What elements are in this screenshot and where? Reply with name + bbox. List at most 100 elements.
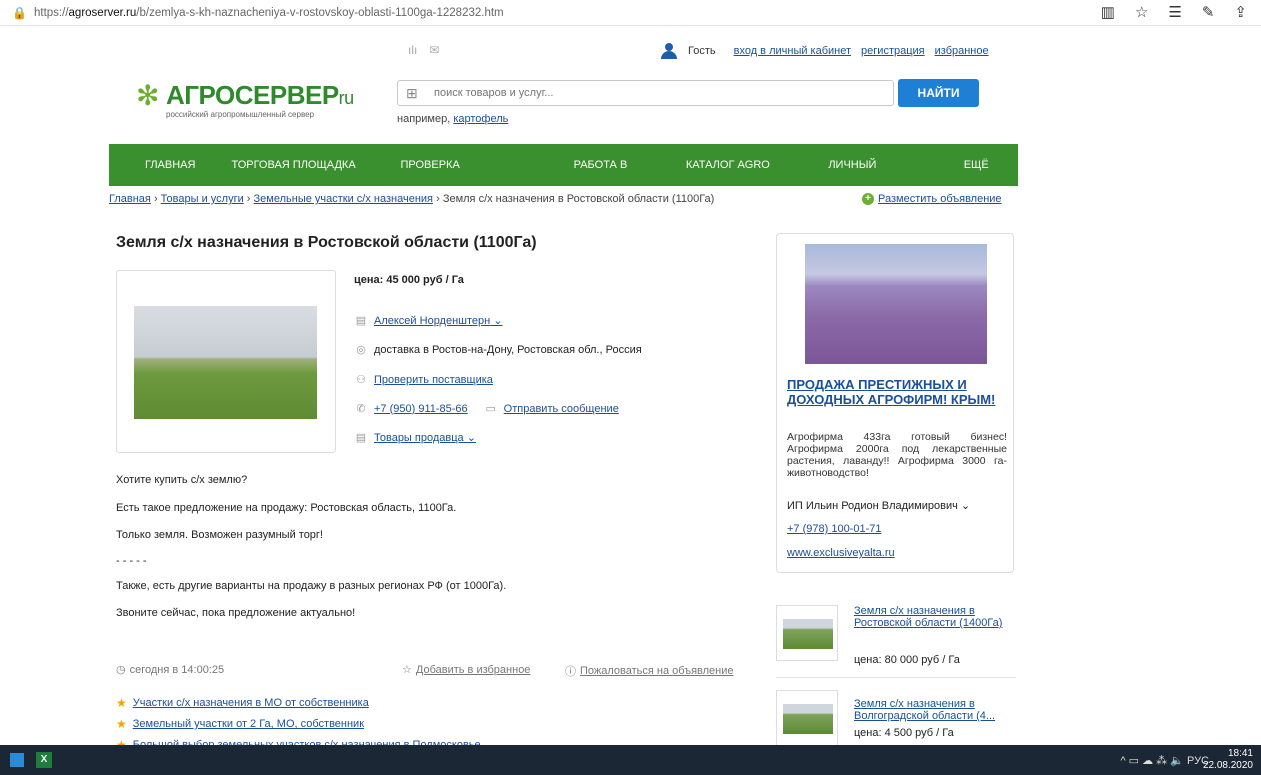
similar-listing: Земля с/х назначения в Волгоградской обл… [776,690,1016,750]
nav-counterparty-check[interactable]: ПРОВЕРКА КОНТРАГЕНТА [382,144,555,213]
related-link[interactable]: Участки с/х назначения в МО от собственн… [133,697,369,709]
stats-icon[interactable]: ılı [408,43,417,57]
description-line: Только земля. Возможен разумный торг! [116,529,323,541]
windows-taskbar: X ^ ▭ ☁ ⁂ 🔈 РУС 18:41 22.08.2020 [0,745,1261,775]
description-line: Также, есть другие варианты на продажу в… [116,580,507,592]
report-link[interactable]: Пожаловаться на объявление [580,665,734,677]
description-line: Есть такое предложение на продажу: Росто… [116,502,457,514]
browser-tools: ▥ ☆ ☰ ✎ ⇪ [1101,3,1247,21]
search-button[interactable]: НАЙТИ [898,79,979,107]
nav-jobs[interactable]: РАБОТА В АПК [556,144,668,213]
similar-thumb[interactable] [776,690,838,746]
sidebar-ad: ПРОДАЖА ПРЕСТИЖНЫХ И ДОХОДНЫХ АГРОФИРМ! … [776,233,1014,573]
warning-icon: ⓘ [565,666,576,678]
ad-image[interactable] [805,244,987,364]
search-input[interactable] [434,87,874,99]
similar-photo [783,619,833,649]
listing-date: ◷ сегодня в 14:00:25 [116,663,225,677]
id-card-icon: ▤ [355,315,367,327]
delivery-text: доставка в Ростов-на-Дону, Ростовская об… [374,343,642,356]
breadcrumb-goods[interactable]: Товары и услуги [161,193,244,205]
listing-price: цена: 45 000 руб / Га [354,274,464,286]
star-icon: ★ [116,717,127,731]
check-supplier-row: ⚇ Проверить поставщика [354,373,493,387]
post-ad: + Разместить объявление [862,193,1002,205]
breadcrumb-home[interactable]: Главная [109,193,151,205]
seller-goods-link[interactable]: Товары продавца ⌄ [374,431,476,444]
listing-photo[interactable] [134,306,317,419]
seller-row: ▤ Алексей Норденштерн ⌄ [354,314,503,327]
send-message-link[interactable]: Отправить сообщение [504,403,619,415]
nav-marketplace[interactable]: ТОРГОВАЯ ПЛОЩАДКА ⌄ [213,144,382,213]
star-icon: ★ [116,696,127,710]
clock[interactable]: 18:41 22.08.2020 [1203,748,1253,772]
goods-icon: ▤ [355,432,367,444]
top-user-row: ılı ✉ Гость вход в личный кабинет регист… [0,40,1261,62]
favorites-list-icon[interactable]: ☰ [1168,3,1181,21]
browser-address-bar: 🔒 https://agroserver.ru/b/zemlya-s-kh-na… [0,0,1261,26]
location-icon: ◎ [356,344,366,356]
similar-title[interactable]: Земля с/х назначения в Волгоградской обл… [854,698,1014,722]
clock-icon: ◷ [116,664,126,676]
page-title: Земля с/х назначения в Ростовской област… [116,234,537,251]
similar-thumb[interactable] [776,605,838,661]
ad-site-link[interactable]: www.exclusiveyalta.ru [787,547,895,559]
favorites-link[interactable]: избранное [935,45,989,57]
description-line: Звоните сейчас, пока предложение актуаль… [116,607,356,619]
nav-more[interactable]: ЕЩЁ ⌄ [946,144,1018,213]
similar-listing: Земля с/х назначения в Ростовской област… [776,605,1016,666]
share-icons: ılı ✉ [408,43,439,57]
phone-link[interactable]: +7 (950) 911-85-66 [374,403,468,415]
breadcrumb: Главная › Товары и услуги › Земельные уч… [109,193,715,205]
nav-cabinet[interactable]: ЛИЧНЫЙ КАБИНЕТ [810,144,945,213]
similar-price: цена: 80 000 руб / Га [854,654,960,666]
ad-phone-link[interactable]: +7 (978) 100-01-71 [787,523,881,535]
favorite-star-icon[interactable]: ☆ [1135,3,1148,21]
report: ⓘ Пожаловаться на объявление [565,663,734,679]
related-link[interactable]: Земельный участки от 2 Га, МО, собственн… [133,718,364,730]
description-line: - - - - - [116,555,147,567]
post-ad-link[interactable]: Разместить объявление [878,193,1002,205]
related-item: ★ Земельный участки от 2 Га, МО, собстве… [116,717,364,731]
star-outline-icon: ☆ [402,664,412,676]
site-logo[interactable]: ✻ АГРОСЕРВЕРru российский агропромышленн… [136,80,376,122]
start-icon[interactable] [10,753,24,767]
mail-icon[interactable]: ✉ [429,43,439,57]
example-link[interactable]: картофель [453,113,508,125]
ad-title[interactable]: ПРОДАЖА ПРЕСТИЖНЫХ И ДОХОДНЫХ АГРОФИРМ! … [787,377,1007,407]
login-link[interactable]: вход в личный кабинет [734,45,851,57]
plus-icon: + [862,193,874,205]
excel-icon[interactable]: X [36,752,52,768]
contact-row: ✆ +7 (950) 911-85-66 ▭ Отправить сообщен… [354,402,619,416]
add-favorite: ☆ Добавить в избранное [402,663,531,677]
listing-photo-box [116,270,336,453]
breadcrumb-category[interactable]: Земельные участки с/х назначения [254,193,433,205]
register-link[interactable]: регистрация [861,45,925,57]
similar-title[interactable]: Земля с/х назначения в Ростовской област… [854,605,1014,629]
user-icon [660,43,678,59]
logo-name: АГРОСЕРВЕРru [166,80,354,110]
ad-seller[interactable]: ИП Ильин Родион Владимирович ⌄ [787,499,970,512]
similar-price: цена: 4 500 руб / Га [854,727,954,739]
logo-flower-icon: ✻ [136,80,160,111]
pen-icon[interactable]: ✎ [1202,3,1215,21]
reading-view-icon[interactable]: ▥ [1101,3,1115,21]
related-item: ★ Участки с/х назначения в МО от собстве… [116,696,369,710]
ad-text: Агрофирма 433га готовый бизнес! Агрофирм… [787,431,1007,479]
phone-icon: ✆ [356,403,366,415]
url-field[interactable]: https://agroserver.ru/b/zemlya-s-kh-nazn… [34,7,504,19]
nav-home[interactable]: ГЛАВНАЯ [109,144,213,186]
nav-agro-top[interactable]: КАТАЛОГ AGRO TOP [668,144,810,213]
add-favorite-link[interactable]: Добавить в избранное [416,664,531,676]
system-tray[interactable]: ^ ▭ ☁ ⁂ 🔈 РУС [1120,754,1209,767]
guest-label: Гость [688,45,716,57]
share-icon[interactable]: ⇪ [1234,3,1247,21]
lock-icon: 🔒 [12,5,27,20]
search-icon: ⊞ [406,84,418,101]
check-supplier-link[interactable]: Проверить поставщика [374,374,493,386]
seller-link[interactable]: Алексей Норденштерн ⌄ [374,314,503,327]
breadcrumb-current: Земля с/х назначения в Ростовской област… [442,193,715,205]
similar-photo [783,704,833,734]
main-nav: ГЛАВНАЯ ТОРГОВАЯ ПЛОЩАДКА ⌄ ПРОВЕРКА КОН… [109,144,1018,213]
check-user-icon: ⚇ [356,374,366,386]
